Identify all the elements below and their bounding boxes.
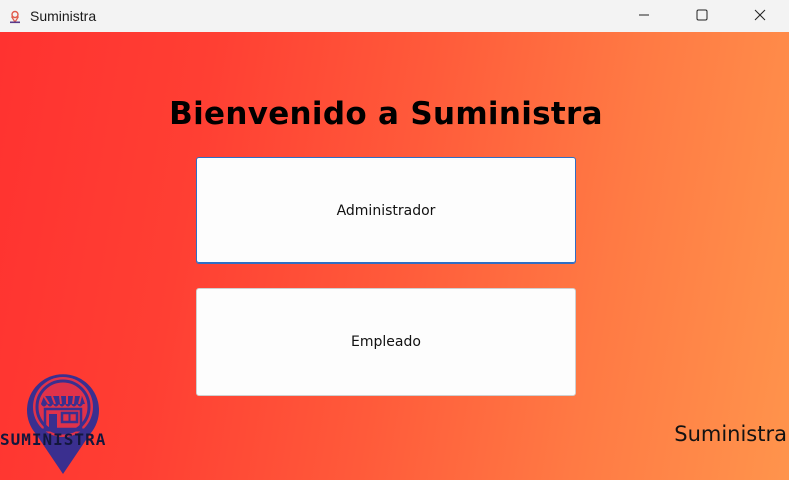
main-content: Bienvenido a Suministra Administrador Em… [0, 32, 789, 480]
employee-button-label: Empleado [351, 334, 421, 350]
brand-footer: Suministra [674, 422, 787, 446]
employee-button[interactable]: Empleado [196, 288, 576, 396]
suministra-logo [0, 366, 130, 480]
close-button[interactable] [731, 0, 789, 30]
administrator-button[interactable]: Administrador [196, 157, 576, 264]
administrator-button-label: Administrador [336, 202, 436, 219]
title-bar: Suministra [0, 0, 789, 32]
store-pin-icon [27, 374, 99, 474]
welcome-heading: Bienvenido a Suministra [169, 96, 603, 132]
window-title: Suministra [30, 8, 97, 24]
minimize-icon [638, 9, 650, 21]
maximize-button[interactable] [673, 0, 731, 30]
app-window: Suministra Bienvenido a Suministra Admin… [0, 0, 789, 480]
minimize-button[interactable] [615, 0, 673, 30]
maximize-icon [696, 9, 708, 21]
close-icon [754, 9, 766, 21]
app-icon [8, 9, 22, 24]
window-controls [615, 0, 789, 32]
logo-text: SUMINISTRA [0, 430, 107, 449]
